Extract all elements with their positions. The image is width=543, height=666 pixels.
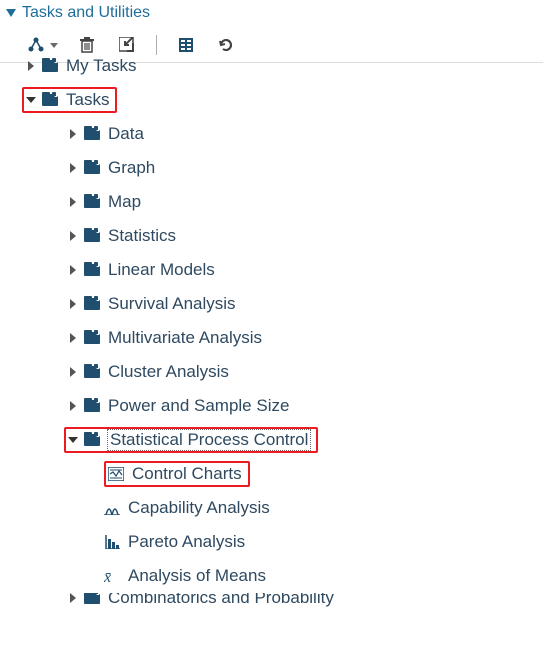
folder-icon xyxy=(84,398,102,414)
tree-item-tasks[interactable]: Tasks xyxy=(0,83,543,117)
folder-icon xyxy=(42,92,60,108)
expander-icon[interactable] xyxy=(68,231,78,241)
tree-item-data[interactable]: Data xyxy=(0,117,543,151)
dropdown-caret-icon xyxy=(50,43,58,48)
tree-item-map[interactable]: Map xyxy=(0,185,543,219)
highlight-box: Control Charts xyxy=(104,461,250,487)
expander-icon[interactable] xyxy=(68,265,78,275)
tree-label: Pareto Analysis xyxy=(128,532,245,552)
tree: My Tasks Tasks Data Graph Map Statistics xyxy=(0,63,543,613)
tree-label: Tasks xyxy=(66,90,109,110)
folder-icon xyxy=(84,296,102,312)
folder-icon xyxy=(84,593,102,606)
tree-label: Survival Analysis xyxy=(108,294,236,314)
nodes-icon xyxy=(28,37,46,53)
open-icon xyxy=(119,37,135,53)
expander-icon[interactable] xyxy=(26,61,36,71)
new-task-button[interactable] xyxy=(28,34,58,56)
properties-icon xyxy=(179,38,193,52)
tree-item-combinatorics[interactable]: Combinatorics and Probability xyxy=(0,593,543,613)
tree-item-survival-analysis[interactable]: Survival Analysis xyxy=(0,287,543,321)
tree-item-spc[interactable]: Statistical Process Control xyxy=(0,423,543,457)
tree-label: Combinatorics and Probability xyxy=(108,593,334,608)
folder-icon xyxy=(84,262,102,278)
expander-icon[interactable] xyxy=(68,367,78,377)
folder-icon xyxy=(84,364,102,380)
capability-icon xyxy=(104,501,120,515)
folder-icon xyxy=(84,194,102,210)
folder-icon xyxy=(84,330,102,346)
highlight-box: Tasks xyxy=(22,87,117,113)
tree-label: Graph xyxy=(108,158,155,178)
tree-label: Cluster Analysis xyxy=(108,362,229,382)
expander-icon[interactable] xyxy=(68,593,78,603)
expander-icon[interactable] xyxy=(68,197,78,207)
tree-item-cluster-analysis[interactable]: Cluster Analysis xyxy=(0,355,543,389)
tree-item-pareto-analysis[interactable]: Pareto Analysis xyxy=(0,525,543,559)
tree-item-linear-models[interactable]: Linear Models xyxy=(0,253,543,287)
tree-label: Map xyxy=(108,192,141,212)
expander-icon[interactable] xyxy=(68,401,78,411)
folder-icon xyxy=(84,228,102,244)
control-chart-icon xyxy=(108,467,124,481)
expander-icon[interactable] xyxy=(68,163,78,173)
refresh-icon xyxy=(218,37,234,53)
pareto-icon xyxy=(104,535,120,549)
tree-item-analysis-of-means[interactable]: Analysis of Means xyxy=(0,559,543,593)
tree-label: Linear Models xyxy=(108,260,215,280)
tree-label: Control Charts xyxy=(132,464,242,484)
tree-item-capability-analysis[interactable]: Capability Analysis xyxy=(0,491,543,525)
highlight-box: Statistical Process Control xyxy=(64,427,318,453)
folder-icon xyxy=(84,160,102,176)
refresh-button[interactable] xyxy=(215,34,237,56)
open-button[interactable] xyxy=(116,34,138,56)
tree-label: Multivariate Analysis xyxy=(108,328,262,348)
tree-label: Power and Sample Size xyxy=(108,396,289,416)
tree-label: Statistical Process Control xyxy=(108,430,310,450)
collapse-caret-icon xyxy=(6,9,16,17)
tree-item-graph[interactable]: Graph xyxy=(0,151,543,185)
expander-icon[interactable] xyxy=(68,333,78,343)
expander-icon[interactable] xyxy=(26,95,36,105)
expander-icon[interactable] xyxy=(68,299,78,309)
tree-item-statistics[interactable]: Statistics xyxy=(0,219,543,253)
panel-title: Tasks and Utilities xyxy=(22,4,150,22)
trash-icon xyxy=(79,37,95,53)
means-icon xyxy=(104,568,120,584)
folder-icon xyxy=(84,432,102,448)
tree-item-multivariate-analysis[interactable]: Multivariate Analysis xyxy=(0,321,543,355)
tree-label: Statistics xyxy=(108,226,176,246)
panel-header[interactable]: Tasks and Utilities xyxy=(0,0,543,30)
folder-icon xyxy=(42,58,60,74)
tree-item-control-charts[interactable]: Control Charts xyxy=(0,457,543,491)
tree-item-power-sample-size[interactable]: Power and Sample Size xyxy=(0,389,543,423)
folder-icon xyxy=(84,126,102,142)
expander-icon[interactable] xyxy=(68,129,78,139)
expander-icon[interactable] xyxy=(68,435,78,445)
delete-button[interactable] xyxy=(76,34,98,56)
tree-label: Data xyxy=(108,124,144,144)
tree-label: Capability Analysis xyxy=(128,498,270,518)
toolbar-divider xyxy=(156,35,157,55)
tree-label: My Tasks xyxy=(66,56,137,76)
properties-button[interactable] xyxy=(175,34,197,56)
tree-label: Analysis of Means xyxy=(128,566,266,586)
